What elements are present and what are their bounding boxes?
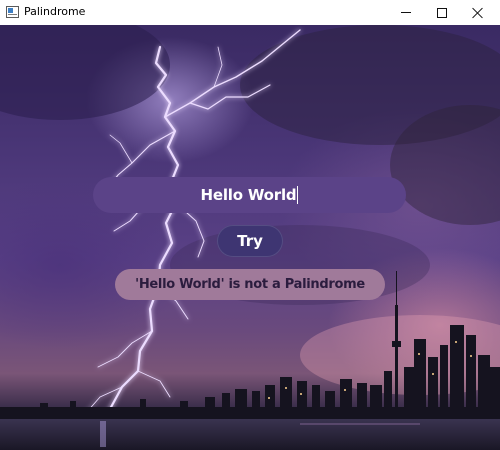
close-button[interactable]: [455, 0, 500, 25]
title-bar[interactable]: Palindrome: [0, 0, 500, 25]
text-input[interactable]: Hello World: [93, 177, 406, 213]
text-cursor: [297, 186, 299, 204]
try-button[interactable]: Try: [217, 225, 283, 257]
storm-background: Hello World Try 'Hello World' is not a P…: [0, 25, 500, 450]
close-icon: [472, 7, 484, 19]
text-input-value: Hello World: [200, 186, 297, 204]
result-label: 'Hello World' is not a Palindrome: [115, 269, 385, 300]
maximize-icon: [437, 7, 447, 18]
minimize-icon: [401, 12, 411, 13]
app-window: Palindrome Hello World Try 'Hello World'…: [0, 0, 500, 450]
window-title: Palindrome: [24, 5, 86, 18]
app-window-icon: [6, 6, 19, 18]
